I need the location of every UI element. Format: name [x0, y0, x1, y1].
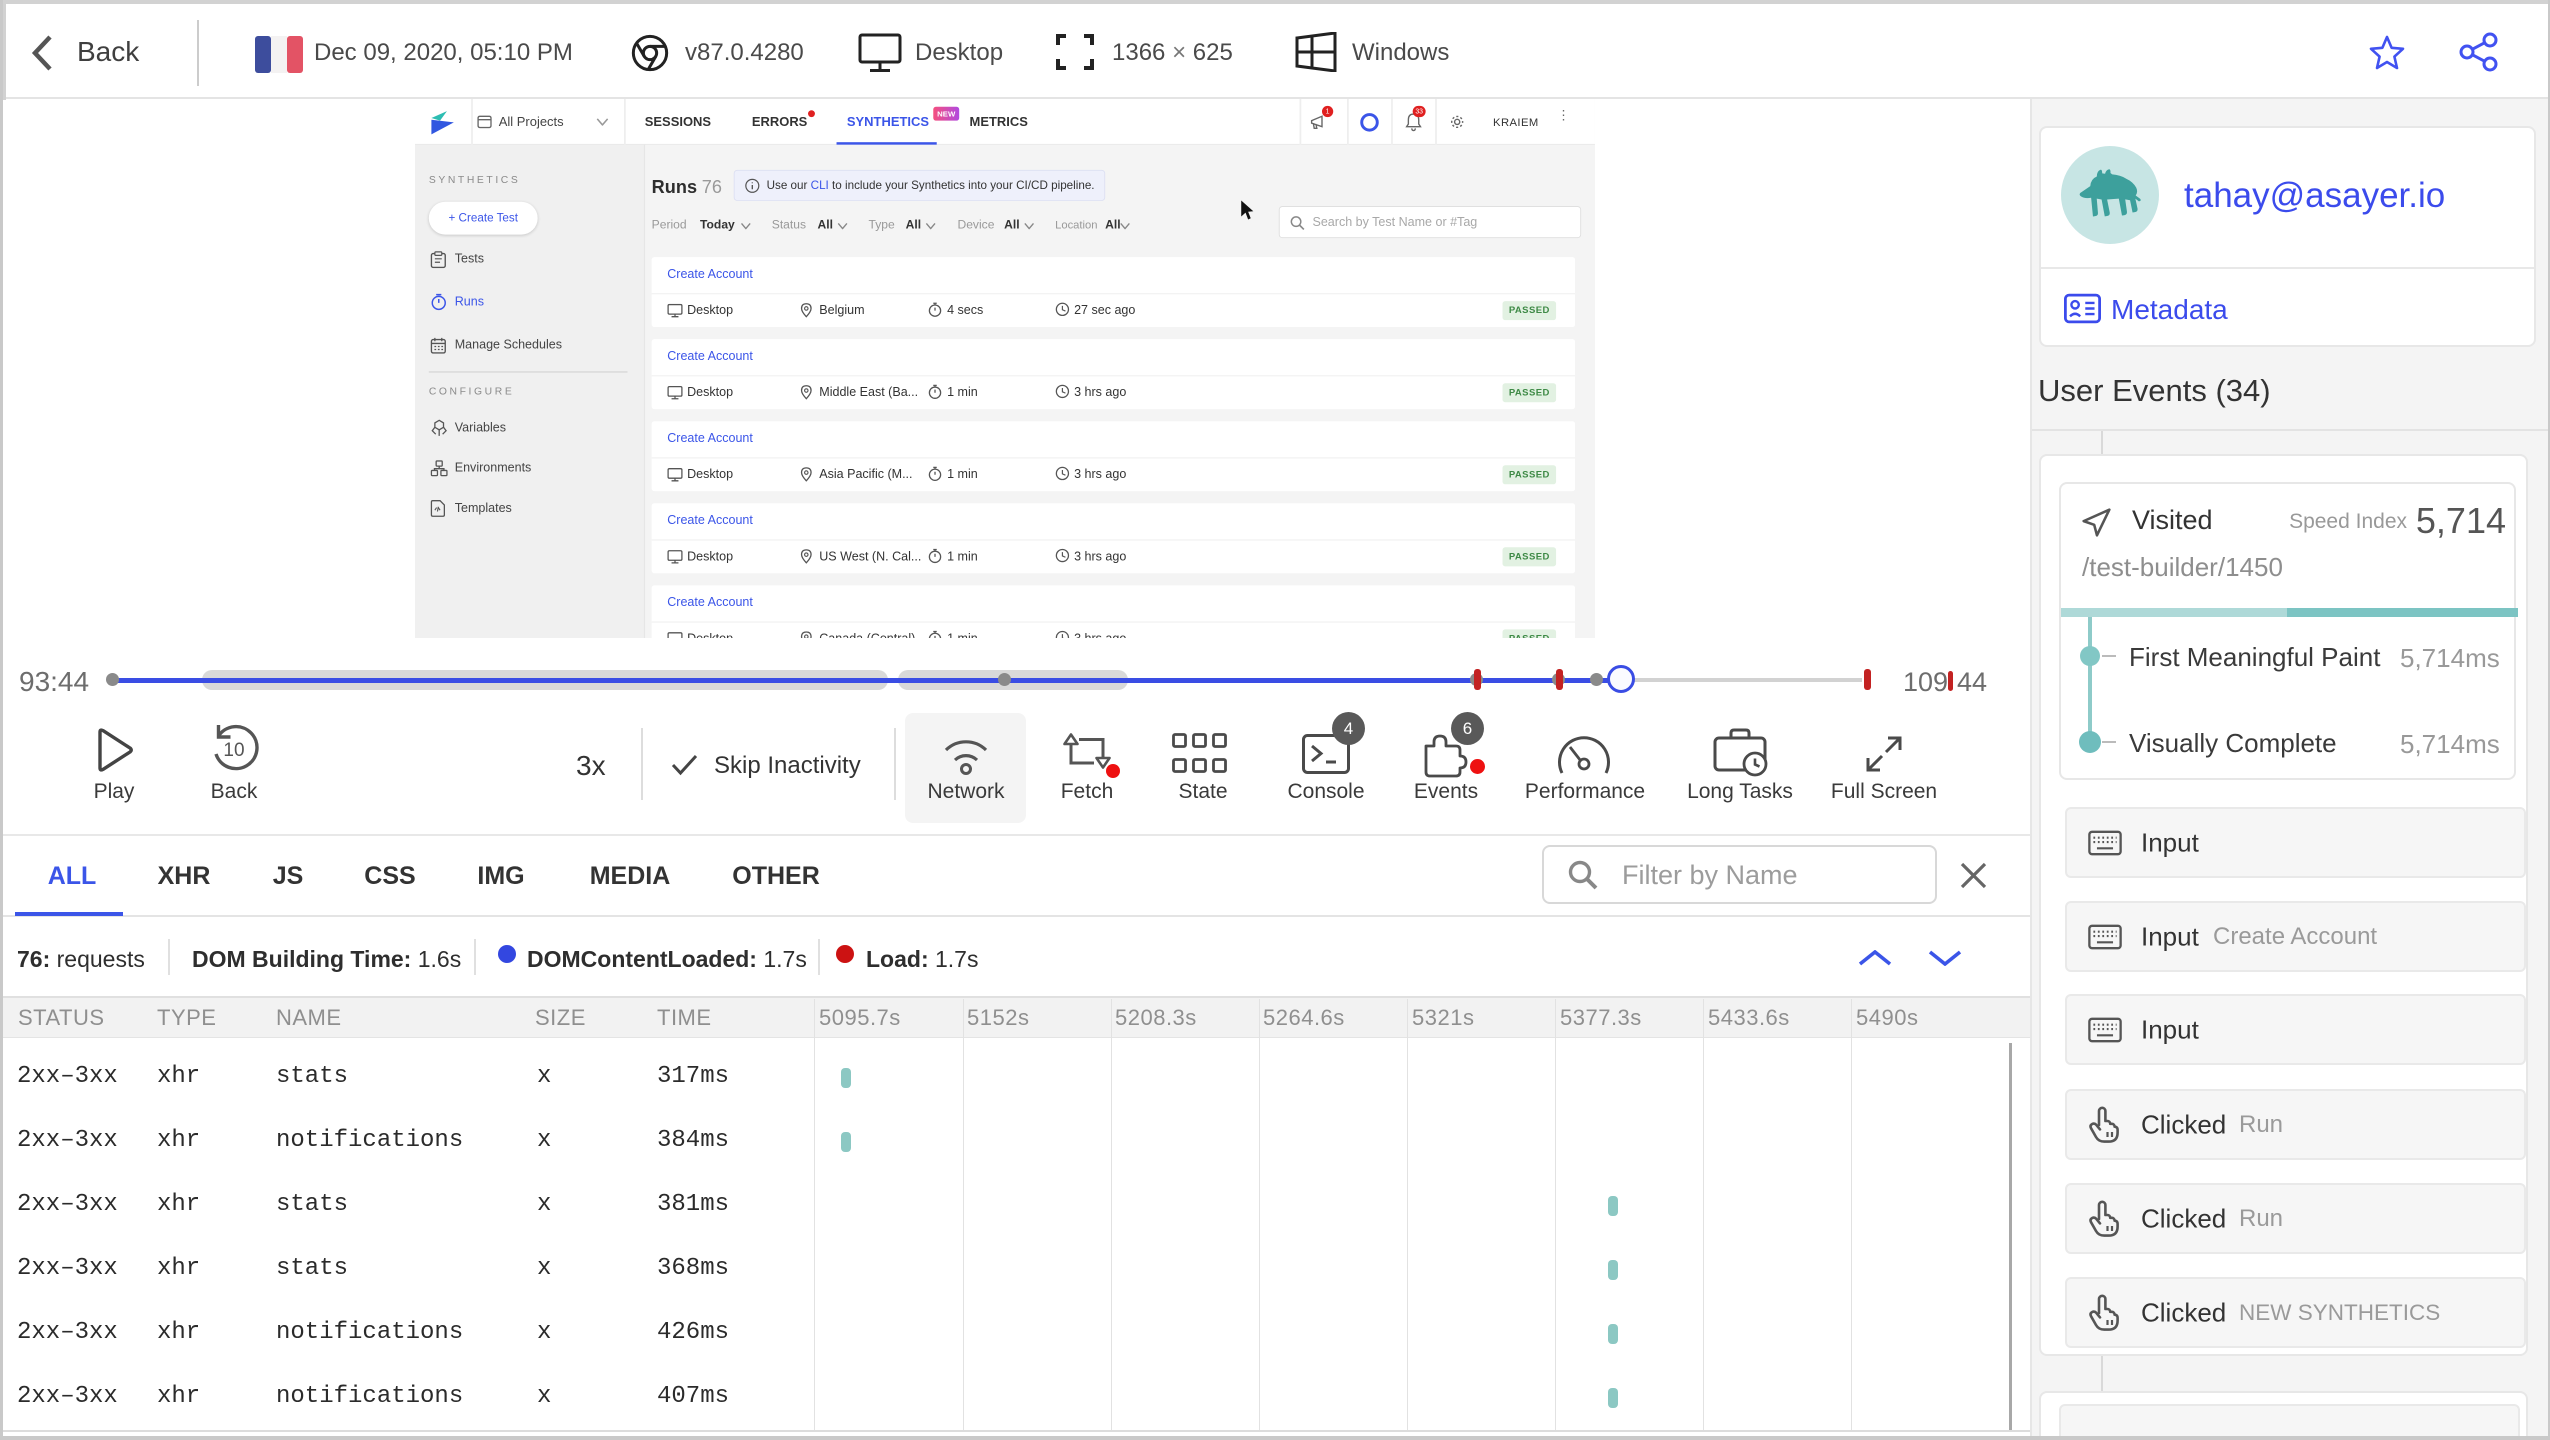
svg-text:10: 10 [223, 740, 244, 761]
